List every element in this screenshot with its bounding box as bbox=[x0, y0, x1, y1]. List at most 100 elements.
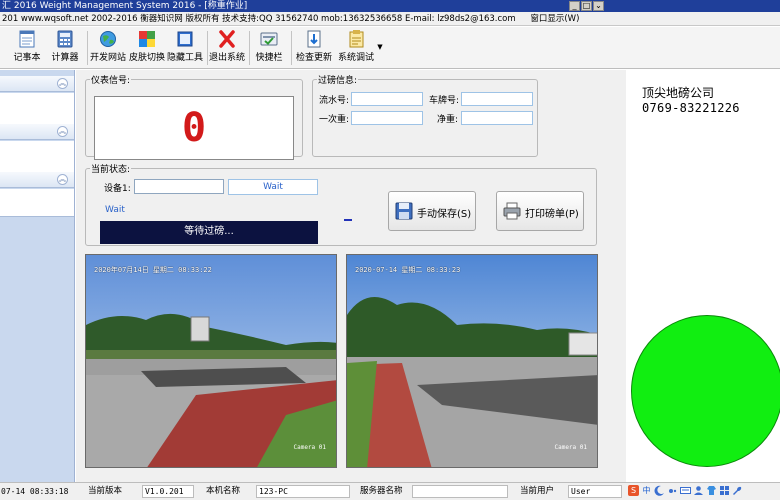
printer-icon bbox=[503, 202, 521, 220]
grid-icon[interactable] bbox=[719, 485, 730, 496]
minimize-button[interactable]: _ bbox=[569, 1, 580, 11]
notepad-label: 记事本 bbox=[13, 53, 41, 63]
print-ticket-button[interactable]: 打印磅单(P) bbox=[496, 191, 584, 231]
camera-2-timestamp: 2020-07-14 星期二 08:33:23 bbox=[355, 266, 461, 274]
check-update-button[interactable]: 检查更新 bbox=[294, 29, 334, 67]
maximize-button[interactable]: □ bbox=[581, 1, 592, 11]
user-icon[interactable] bbox=[693, 485, 704, 496]
camera-1-timestamp: 2020年07月14日 星期二 08:33:22 bbox=[94, 266, 212, 274]
copyright-text: 201 www.wqsoft.net 2002-2016 衡器知识网 版权所有 … bbox=[2, 14, 516, 24]
system-debug-button[interactable]: 系统调试 bbox=[336, 29, 376, 67]
punctuation-icon[interactable] bbox=[667, 485, 678, 496]
exit-icon bbox=[217, 30, 237, 48]
dropdown-button[interactable]: ⌄ bbox=[593, 1, 604, 11]
plate-number-label: 车牌号: bbox=[429, 96, 460, 106]
exit-label: 退出系统 bbox=[208, 53, 245, 63]
left-panel-section-1[interactable]: ︽ bbox=[0, 76, 74, 92]
print-ticket-label: 打印磅单(P) bbox=[525, 209, 579, 220]
shortcut-label: 快捷栏 bbox=[255, 53, 283, 63]
exit-button[interactable]: 退出系统 bbox=[208, 29, 246, 67]
status-bar: 07-14 08:33:18 当前版本 V1.0.201 本机名称 123-PC… bbox=[0, 482, 780, 500]
wait-status-box: Wait bbox=[228, 179, 318, 195]
meter-legend: 仪表信号: bbox=[91, 76, 131, 86]
status-group: 当前状态: 设备1: Wait Wait 等待过磅... 手动保存(S) 打印磅… bbox=[85, 162, 597, 246]
host-name-label: 本机名称 bbox=[206, 486, 241, 496]
calculator-button[interactable]: 计算器 bbox=[48, 29, 82, 67]
first-weight-field[interactable] bbox=[351, 111, 423, 125]
camera-view-2[interactable]: 2020-07-14 星期二 08:33:23 Camera 01 bbox=[346, 254, 598, 468]
moon-icon[interactable] bbox=[654, 485, 665, 496]
main-area: 仪表信号: 0 过磅信息: 流水号: 车牌号: 一次重: 净重: 当前状态: 设… bbox=[76, 70, 626, 482]
chevron-down-icon: ▼ bbox=[377, 43, 383, 51]
toolbar-separator bbox=[249, 31, 250, 65]
notepad-icon bbox=[17, 30, 37, 48]
info-bar: 201 www.wqsoft.net 2002-2016 衡器知识网 版权所有 … bbox=[0, 12, 780, 26]
debug-icon bbox=[346, 30, 366, 48]
wait-status-text: Wait bbox=[105, 205, 125, 215]
shortcut-button[interactable]: 快捷栏 bbox=[252, 29, 286, 67]
device-label: 设备1: bbox=[104, 184, 131, 194]
update-icon bbox=[304, 30, 324, 48]
current-datetime: 07-14 08:33:18 bbox=[1, 487, 69, 496]
collapse-icon[interactable]: ︽ bbox=[57, 126, 68, 137]
skin-switch-label: 皮肤切换 bbox=[128, 53, 165, 63]
collapse-icon[interactable]: ︽ bbox=[57, 174, 68, 185]
left-panel: ︽ ︽ ︽ bbox=[0, 70, 75, 482]
camera-2-label: Camera 01 bbox=[554, 444, 587, 451]
signal-light bbox=[631, 315, 780, 467]
left-panel-section-2[interactable]: ︽ bbox=[0, 124, 74, 140]
save-icon bbox=[395, 202, 413, 220]
pass-info-group: 过磅信息: 流水号: 车牌号: 一次重: 净重: bbox=[312, 73, 538, 157]
camera-view-1[interactable]: 2020年07月14日 星期二 08:33:22 Camera 01 bbox=[85, 254, 337, 468]
device-field[interactable] bbox=[134, 179, 224, 194]
company-phone: 0769-83221226 bbox=[642, 101, 740, 115]
calculator-icon bbox=[55, 30, 75, 48]
keyboard-icon[interactable] bbox=[680, 485, 691, 496]
manual-save-button[interactable]: 手动保存(S) bbox=[388, 191, 476, 231]
version-value: V1.0.201 bbox=[142, 485, 194, 498]
window-title: 汇 2016 Weight Management System 2016 - [… bbox=[2, 1, 248, 11]
serial-number-field[interactable] bbox=[351, 92, 423, 106]
version-label: 当前版本 bbox=[88, 486, 123, 496]
toolbar-separator bbox=[87, 31, 88, 65]
net-weight-label: 净重: bbox=[437, 115, 459, 125]
title-bar: 汇 2016 Weight Management System 2016 - [… bbox=[0, 0, 780, 12]
hide-tools-icon bbox=[175, 30, 195, 48]
current-user-value: User bbox=[568, 485, 622, 498]
website-button[interactable]: 开发网站 bbox=[89, 29, 127, 67]
net-weight-field[interactable] bbox=[461, 111, 533, 125]
first-weight-label: 一次重: bbox=[319, 115, 350, 125]
pass-info-legend: 过磅信息: bbox=[318, 76, 358, 86]
indicator-dash bbox=[344, 219, 352, 221]
server-name-label: 服务器名称 bbox=[360, 486, 403, 496]
status-legend: 当前状态: bbox=[91, 165, 131, 175]
serial-number-label: 流水号: bbox=[319, 96, 350, 106]
company-name: 顶尖地磅公司 bbox=[642, 86, 715, 100]
camera-1-label: Camera 01 bbox=[293, 444, 326, 451]
toolbar: 记事本 计算器 开发网站 皮肤切换 隐藏工具 退出系统 快捷栏 检查更新 系统调… bbox=[0, 27, 780, 69]
current-user-label: 当前用户 bbox=[520, 486, 555, 496]
globe-icon bbox=[98, 30, 118, 48]
weight-value: 0 bbox=[181, 105, 207, 151]
meter-group: 仪表信号: 0 bbox=[85, 73, 303, 160]
collapse-icon[interactable]: ︽ bbox=[57, 78, 68, 89]
shirt-icon[interactable] bbox=[706, 485, 717, 496]
notepad-button[interactable]: 记事本 bbox=[10, 29, 44, 67]
check-update-label: 检查更新 bbox=[295, 53, 332, 63]
toolbar-dropdown[interactable]: ▼ bbox=[376, 29, 384, 67]
language-icon[interactable]: 中 bbox=[641, 485, 652, 496]
skin-switch-button[interactable]: 皮肤切换 bbox=[128, 29, 166, 67]
left-panel-body-3 bbox=[0, 189, 74, 217]
wrench-icon[interactable] bbox=[732, 485, 743, 496]
left-panel-body-1 bbox=[0, 93, 74, 125]
website-label: 开发网站 bbox=[89, 53, 126, 63]
plate-number-field[interactable] bbox=[461, 92, 533, 106]
manual-save-label: 手动保存(S) bbox=[417, 209, 472, 220]
hide-tools-button[interactable]: 隐藏工具 bbox=[166, 29, 204, 67]
menu-window[interactable]: 窗口显示(W) bbox=[530, 14, 579, 24]
window-controls: _ □ ⌄ bbox=[569, 0, 604, 12]
left-panel-section-3[interactable]: ︽ bbox=[0, 172, 74, 188]
host-name-value: 123-PC bbox=[256, 485, 350, 498]
ime-icon[interactable]: S bbox=[628, 485, 639, 496]
toolbar-separator bbox=[291, 31, 292, 65]
